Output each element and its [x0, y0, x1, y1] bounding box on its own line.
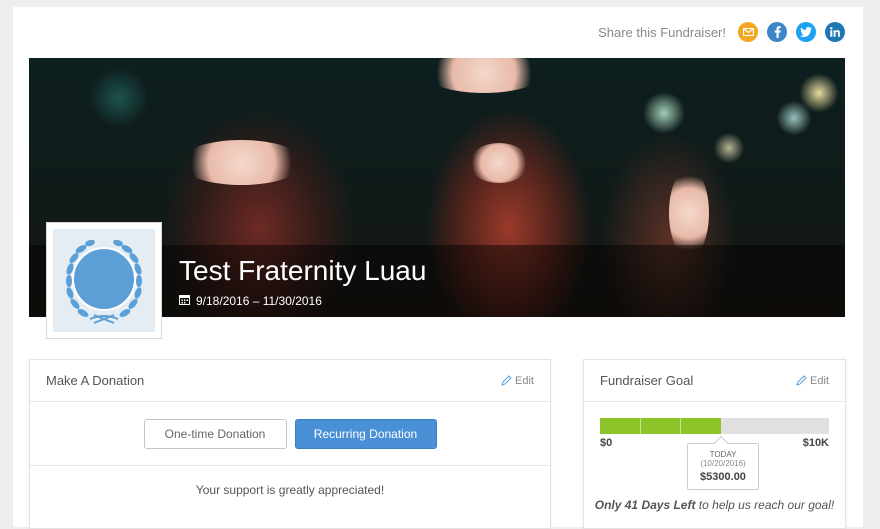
- goal-panel-header: Fundraiser Goal Edit: [584, 360, 845, 402]
- days-left-rest: to help us reach our goal!: [695, 498, 835, 512]
- lei-flowers: [424, 58, 544, 93]
- fundraiser-title: Test Fraternity Luau: [179, 255, 427, 286]
- progress-segment: [600, 418, 642, 434]
- one-time-donation-button[interactable]: One-time Donation: [143, 418, 287, 449]
- lei-flowers: [469, 143, 529, 183]
- email-icon[interactable]: [738, 22, 758, 42]
- goal-progress-fill: [600, 418, 722, 434]
- pencil-icon: [796, 375, 807, 386]
- share-label: Share this Fundraiser!: [598, 24, 726, 40]
- linkedin-icon[interactable]: [825, 22, 845, 42]
- today-amount: $5300.00: [700, 471, 746, 483]
- goal-panel-title: Fundraiser Goal: [600, 373, 694, 388]
- goal-max-label: $10K: [802, 437, 829, 449]
- today-date: (10/20/2016): [700, 459, 746, 468]
- goal-progress-bar: [600, 418, 829, 434]
- donation-panel: Make A Donation Edit One-time Donation R…: [29, 359, 551, 529]
- edit-label: Edit: [810, 374, 829, 387]
- date-range: 9/18/2016 – 11/30/2016: [196, 294, 322, 308]
- today-tooltip: TODAY (10/20/2016) $5300.00: [687, 443, 759, 490]
- recurring-donation-button[interactable]: Recurring Donation: [294, 418, 437, 449]
- today-label: TODAY: [709, 450, 737, 459]
- organization-logo: [46, 222, 162, 339]
- support-message: Your support is greatly appreciated!: [195, 483, 385, 497]
- calendar-icon: [179, 294, 190, 308]
- twitter-icon[interactable]: [796, 22, 816, 42]
- progress-segment: [681, 418, 721, 434]
- donation-panel-title: Make A Donation: [46, 373, 145, 388]
- days-left-count: Only 41 Days Left: [594, 498, 696, 512]
- goal-panel: Fundraiser Goal Edit $0 $10K TODAY (10/2…: [583, 359, 846, 529]
- laurel-logo-icon: [53, 229, 155, 332]
- share-bar: Share this Fundraiser!: [598, 22, 845, 42]
- donation-type-buttons: One-time Donation Recurring Donation: [30, 402, 550, 466]
- pencil-icon: [501, 375, 512, 386]
- progress-segment: [641, 418, 682, 434]
- edit-label: Edit: [515, 374, 534, 387]
- goal-edit-button[interactable]: Edit: [796, 375, 829, 387]
- goal-min-label: $0: [600, 437, 613, 449]
- days-left-message: Only 41 Days Left to help us reach our g…: [584, 498, 845, 512]
- lei-flowers: [179, 140, 304, 185]
- facebook-icon[interactable]: [767, 22, 787, 42]
- donation-panel-header: Make A Donation Edit: [30, 360, 550, 402]
- fundraiser-dates: 9/18/2016 – 11/30/2016: [179, 294, 322, 308]
- donation-edit-button[interactable]: Edit: [501, 375, 534, 387]
- fundraiser-page: Share this Fundraiser! Test Fraternity L…: [13, 7, 863, 529]
